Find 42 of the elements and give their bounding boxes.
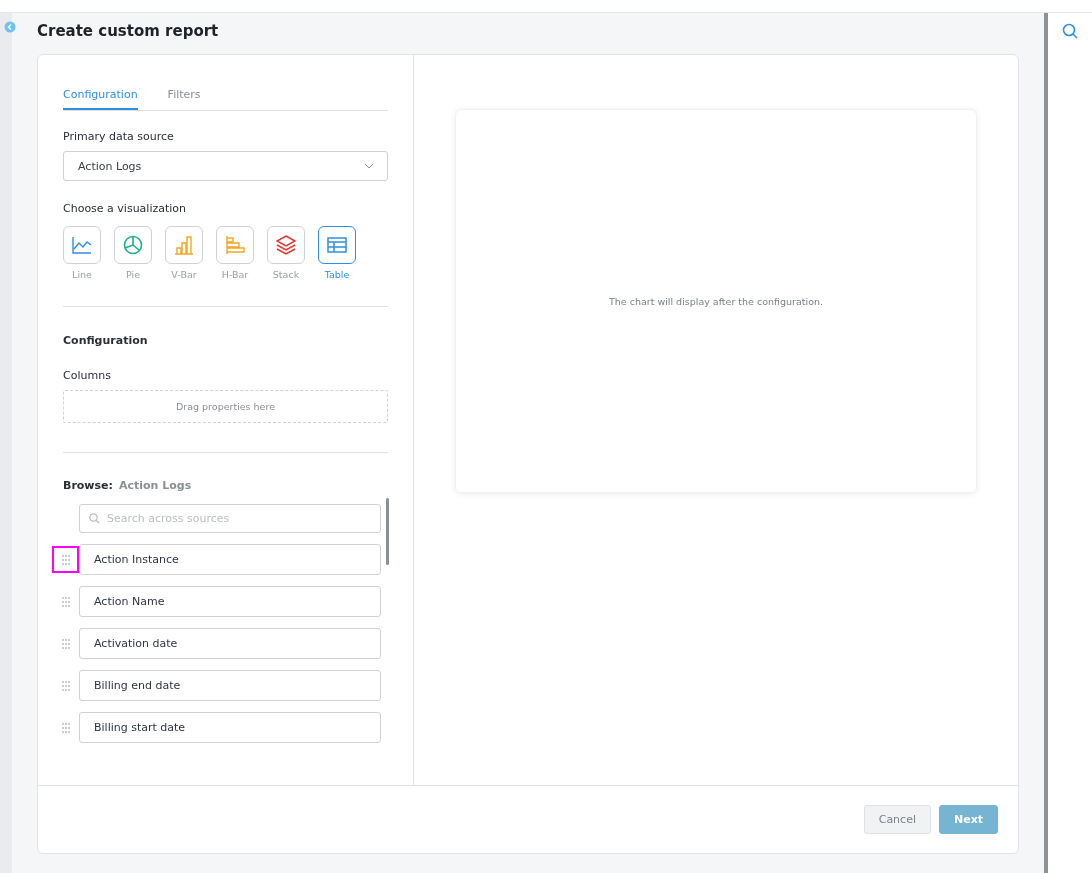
data-source-dropdown[interactable]: Action Logs [63,151,388,181]
scrollbar[interactable] [386,498,389,565]
horizontal-bar-icon [225,235,245,255]
visualization-label: Line [72,269,92,280]
visualization-label: Stack [272,269,300,280]
visualization-option[interactable] [216,226,254,264]
empty-chart-message: The chart will display after the configuration. [609,295,823,307]
visualization-label: Pie [126,269,140,280]
property-item[interactable]: Activation date [79,628,381,659]
visualization-option[interactable] [63,226,101,264]
property-item[interactable]: Billing start date [79,712,381,743]
search-icon[interactable] [1062,23,1078,39]
tab[interactable]: Configuration [63,75,138,110]
drop-zone[interactable]: Drag properties here [63,390,388,423]
layers-icon [276,235,296,255]
cancel-button[interactable]: Cancel [863,805,931,834]
collapse-icon[interactable] [4,21,16,33]
page-title: Create custom report [37,21,220,41]
field-label: Columns [63,369,112,382]
field-label: Primary data source [63,130,175,143]
table-icon [327,237,347,253]
visualization-label: H-Bar [221,269,249,280]
visualization-label: Table [324,269,350,280]
drag-handle-icon[interactable] [52,546,79,573]
dropdown-value: Action Logs [78,159,142,173]
field-label: Choose a visualization [63,202,188,215]
visualization-option[interactable] [165,226,203,264]
section-heading: Configuration [63,334,149,347]
bar-chart-icon [174,235,194,255]
pie-chart-icon [123,235,143,255]
visualization-option[interactable] [114,226,152,264]
property-item[interactable]: Action Instance [79,544,381,575]
line-chart-icon [72,236,92,254]
property-item[interactable]: Billing end date [79,670,381,701]
search-field[interactable]: Search across sources [79,504,381,533]
visualization-option[interactable] [318,226,356,264]
visualization-label: V-Bar [171,269,197,280]
property-item[interactable]: Action Name [79,586,381,617]
browse-label: Browse: [63,479,113,492]
visualization-option[interactable] [267,226,305,264]
chevron-down-icon [364,163,374,169]
browse-source: Action Logs [118,479,192,492]
